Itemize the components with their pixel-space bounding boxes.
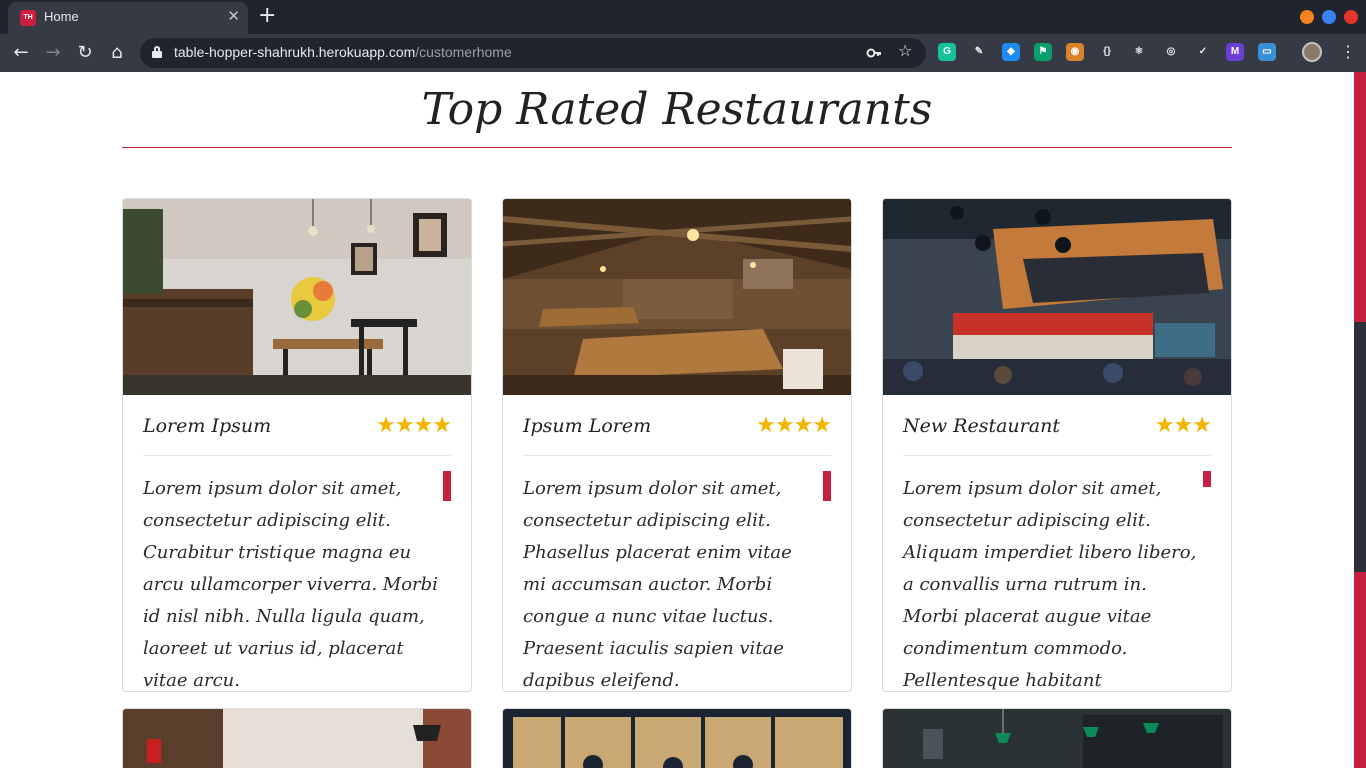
description-scroll-indicator[interactable] [823,471,831,501]
page-scrollbar[interactable] [1354,72,1366,768]
restaurant-image[interactable] [503,199,851,395]
rating-stars-icon: ★★★★ [756,413,832,438]
key-icon[interactable] [866,46,882,60]
scrollbar-thumb[interactable] [1354,322,1366,572]
pen-tool-icon[interactable]: ✎ [970,43,988,61]
target-icon[interactable]: ◎ [1162,43,1180,61]
card-divider [523,455,831,456]
site-favicon-icon: TH [20,10,36,26]
window-icon[interactable]: ▭ [1258,43,1276,61]
lock-icon[interactable] [152,46,162,58]
browser-tab-strip: TH Home ✕ + [0,0,1366,34]
m-logo-icon[interactable]: M [1226,43,1244,61]
window-maximize-button[interactable] [1322,10,1336,24]
restaurant-name[interactable]: Ipsum Lorem [523,415,651,437]
restaurant-description: Lorem ipsum dolor sit amet, consectetur … [523,478,792,691]
card-divider [143,455,451,456]
restaurant-card[interactable] [882,708,1232,768]
page-content: Top Rated Restaurants Lorem Ipsum ★★★★ Lor… [0,72,1354,768]
home-button[interactable]: ⌂ [104,40,130,66]
restaurant-description: Lorem ipsum dolor sit amet, consectetur … [143,478,438,691]
back-button[interactable]: ← [8,40,34,66]
restaurant-card[interactable]: Lorem Ipsum ★★★★ Lorem ipsum dolor sit ame… [122,198,472,692]
url-path: /customerhome [415,44,512,60]
ethereum-icon[interactable]: ◆ [1002,43,1020,61]
restaurant-image[interactable] [123,199,471,395]
description-scroll-indicator[interactable] [443,471,451,501]
grammarly-icon[interactable]: G [938,43,956,61]
restaurant-image[interactable] [123,709,471,768]
url-host: table-hopper-shahrukh.herokuapp.com [174,44,416,60]
owl-icon[interactable]: ◉ [1066,43,1084,61]
code-braces-icon[interactable]: {} [1098,43,1116,61]
restaurant-card[interactable] [122,708,472,768]
browser-menu-icon[interactable]: ⋮ [1340,42,1356,61]
card-divider [903,455,1211,456]
bookmark-star-icon[interactable]: ☆ [898,41,912,60]
url-text[interactable]: table-hopper-shahrukh.herokuapp.com/cust… [174,44,512,60]
new-tab-button[interactable]: + [258,3,276,28]
window-minimize-button[interactable] [1300,10,1314,24]
reload-button[interactable]: ↻ [72,40,98,66]
restaurant-name[interactable]: New Restaurant [903,415,1060,437]
title-divider [122,147,1232,148]
restaurant-description: Lorem ipsum dolor sit amet, consectetur … [903,478,1197,691]
restaurant-card[interactable]: New Restaurant ★★★ Lorem ipsum dolor sit a… [882,198,1232,692]
restaurant-card[interactable] [502,708,852,768]
tab-close-icon[interactable]: ✕ [227,7,240,25]
react-icon[interactable]: ⚛ [1130,43,1148,61]
profile-avatar[interactable] [1302,42,1322,62]
tab-title: Home [44,9,79,24]
address-bar[interactable]: table-hopper-shahrukh.herokuapp.com/cust… [140,38,926,68]
browser-tab[interactable]: TH Home ✕ [8,2,248,34]
restaurant-card[interactable]: Ipsum Lorem ★★★★ Lorem ipsum dolor sit ame… [502,198,852,692]
browser-toolbar: ← → ↻ ⌂ table-hopper-shahrukh.herokuapp.… [0,34,1366,72]
restaurant-image[interactable] [883,709,1231,768]
restaurant-name[interactable]: Lorem Ipsum [143,415,271,437]
description-scroll-indicator[interactable] [1203,471,1211,487]
restaurant-image[interactable] [883,199,1231,395]
forward-button[interactable]: → [40,40,66,66]
chart-icon[interactable]: ✓ [1194,43,1212,61]
rating-stars-icon: ★★★ [1154,413,1212,438]
window-close-button[interactable] [1344,10,1358,24]
rating-stars-icon: ★★★★ [376,413,452,438]
restaurant-image[interactable] [503,709,851,768]
page-title: Top Rated Restaurants [421,84,933,135]
flag-icon[interactable]: ⚑ [1034,43,1052,61]
